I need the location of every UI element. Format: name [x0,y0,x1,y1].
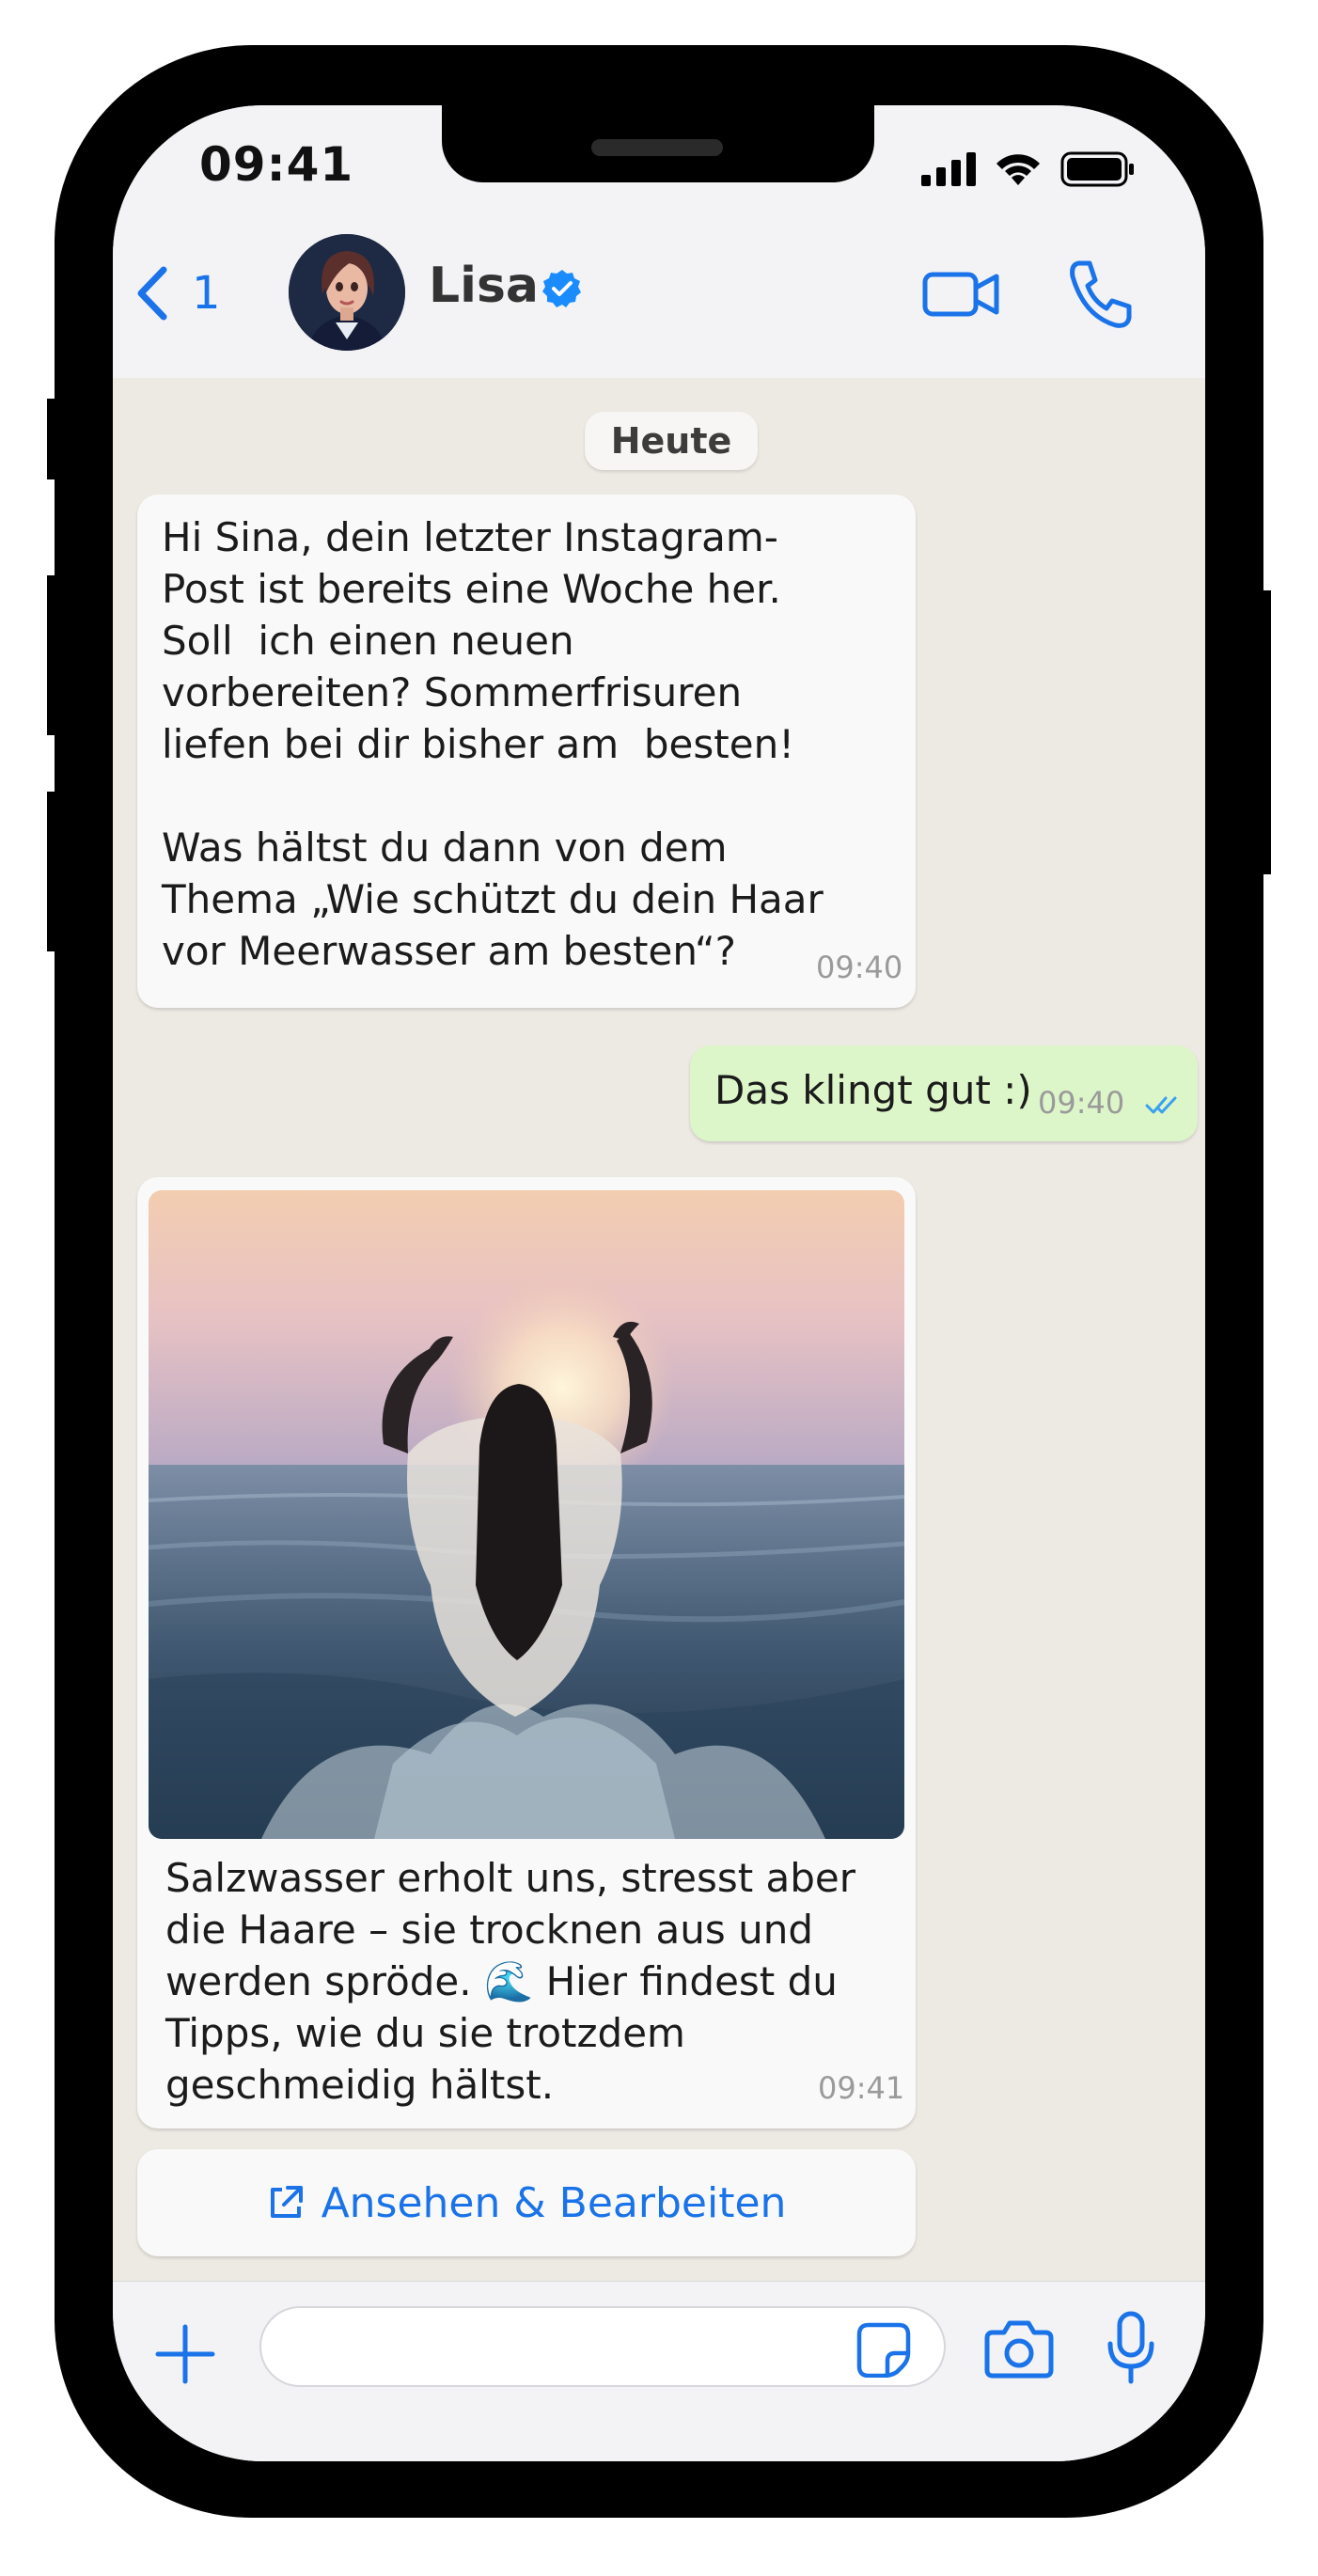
speaker [591,139,723,156]
message-composer [113,2281,1205,2461]
read-receipt-icon [1145,1096,1177,1114]
video-call-icon[interactable] [921,256,1000,331]
verified-badge-icon [542,270,581,307]
avatar[interactable] [289,234,405,351]
plus-icon[interactable] [154,2323,216,2385]
external-link-icon [270,2186,303,2218]
message-caption: Salzwasser erholt uns, stresst aber die … [165,1855,856,2108]
chevron-left-icon [137,266,167,321]
status-icons [921,150,1136,188]
message-text: Hi Sina, dein letzter Instagram- Post is… [162,514,824,974]
date-separator: Heute [585,412,758,470]
phone-icon[interactable] [1065,256,1135,331]
camera-icon[interactable] [983,2316,1055,2381]
message-bubble-image: Salzwasser erholt uns, stresst aber die … [137,1177,916,2128]
message-time: 09:40 [1038,1085,1125,1121]
microphone-icon[interactable] [1105,2310,1157,2387]
back-button[interactable]: 1 [132,256,221,331]
contact-name[interactable]: Lisa [429,258,539,314]
notch [442,105,874,182]
message-bubble-outgoing: Das klingt gut :) 09:40 [690,1045,1198,1141]
signal-icon [921,152,976,186]
battery-icon [1060,151,1134,187]
status-time: 09:41 [199,137,354,192]
message-time: 09:41 [818,2070,905,2106]
unread-count: 1 [192,267,221,320]
phone-screen: 09:41 1 Lisa Heute Hi Sina, dein letzter… [113,105,1205,2461]
message-time: 09:40 [816,950,903,985]
message-input[interactable] [259,2306,946,2387]
message-text: Das klingt gut :) [714,1067,1032,1113]
view-edit-label: Ansehen & Bearbeiten [321,2178,787,2227]
wifi-icon [996,154,1040,185]
message-photo[interactable] [149,1190,904,1839]
message-bubble-incoming: Hi Sina, dein letzter Instagram- Post is… [137,495,916,1008]
sticker-icon[interactable] [855,2321,912,2378]
view-edit-button[interactable]: Ansehen & Bearbeiten [137,2149,916,2256]
